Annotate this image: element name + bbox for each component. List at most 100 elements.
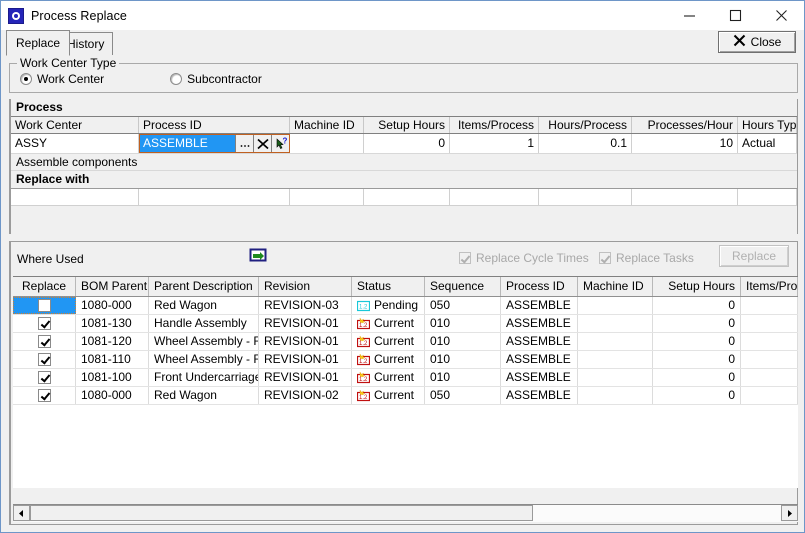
export-to-excel-icon[interactable] (248, 246, 270, 268)
rw-cell-process-id[interactable] (139, 189, 290, 205)
cell-process-id[interactable]: ASSEMBLE (501, 297, 578, 314)
wu-col-parent-description[interactable]: Parent Description (149, 277, 259, 296)
replace-with-row[interactable] (11, 188, 797, 206)
col-setup-hours[interactable]: Setup Hours (364, 117, 450, 133)
col-machine-id[interactable]: Machine ID (290, 117, 364, 133)
rw-cell-setup-hours[interactable] (364, 189, 450, 205)
col-hours-type[interactable]: Hours Type (738, 117, 797, 133)
cell-sequence[interactable]: 050 (425, 387, 501, 404)
cell-parent-description[interactable]: Wheel Assembly - Rear (149, 333, 259, 350)
wu-col-sequence[interactable]: Sequence (425, 277, 501, 296)
cell-machine-id[interactable] (578, 387, 653, 404)
cell-replace[interactable] (13, 387, 76, 404)
replace-checkbox[interactable] (37, 389, 51, 402)
cell-processes-hour[interactable]: 10 (632, 134, 738, 153)
col-processes-hour[interactable]: Processes/Hour (632, 117, 738, 133)
cell-setup-hours[interactable]: 0 (653, 387, 741, 404)
rw-cell-processes-hour[interactable] (632, 189, 738, 205)
radio-work-center[interactable]: Work Center (20, 72, 104, 86)
replace-button[interactable]: Replace (719, 245, 789, 267)
replace-checkbox[interactable] (37, 317, 51, 330)
process-id-editor[interactable]: ASSEMBLE ? (139, 134, 290, 153)
cell-parent-description[interactable]: Handle Assembly (149, 315, 259, 332)
cell-parent-description[interactable]: Front Undercarriage Assembly (149, 369, 259, 386)
cell-parent-description[interactable]: Red Wagon (149, 387, 259, 404)
wu-col-replace[interactable]: Replace (13, 277, 76, 296)
cell-sequence[interactable]: 010 (425, 351, 501, 368)
col-process-id[interactable]: Process ID (139, 117, 290, 133)
cell-revision[interactable]: REVISION-01 (259, 369, 352, 386)
horizontal-scrollbar[interactable] (13, 504, 798, 522)
replace-checkbox[interactable] (37, 353, 51, 366)
cell-hours-process[interactable]: 0.1 (539, 134, 632, 153)
cell-items-process[interactable] (741, 351, 798, 368)
cell-machine-id[interactable] (578, 351, 653, 368)
wu-col-revision[interactable]: Revision (259, 277, 352, 296)
replace-tasks-checkbox[interactable]: Replace Tasks (599, 251, 694, 265)
rw-cell-work-center[interactable] (11, 189, 139, 205)
cell-bom-parent[interactable]: 1080-000 (76, 297, 149, 314)
cell-replace[interactable] (13, 297, 76, 314)
cell-items-process[interactable] (741, 387, 798, 404)
replace-checkbox[interactable] (38, 299, 51, 312)
cell-machine-id[interactable] (578, 297, 653, 314)
col-items-process[interactable]: Items/Process (450, 117, 539, 133)
cell-bom-parent[interactable]: 1080-000 (76, 387, 149, 404)
wu-col-status[interactable]: Status (352, 277, 425, 296)
cell-setup-hours[interactable]: 0 (653, 297, 741, 314)
cell-revision[interactable]: REVISION-03 (259, 297, 352, 314)
cell-setup-hours[interactable]: 0 (653, 369, 741, 386)
cell-revision[interactable]: REVISION-01 (259, 351, 352, 368)
cell-parent-description[interactable]: Wheel Assembly - Front (149, 351, 259, 368)
cell-items-process[interactable]: 1 (450, 134, 539, 153)
cell-items-process[interactable] (741, 297, 798, 314)
cell-bom-parent[interactable]: 1081-130 (76, 315, 149, 332)
cell-parent-description[interactable]: Red Wagon (149, 297, 259, 314)
cell-bom-parent[interactable]: 1081-120 (76, 333, 149, 350)
cell-status[interactable]: 1.2 Current (352, 387, 425, 404)
cell-status[interactable]: 1.2 Current (352, 351, 425, 368)
cell-bom-parent[interactable]: 1081-100 (76, 369, 149, 386)
table-row[interactable]: 1081-110Wheel Assembly - FrontREVISION-0… (13, 351, 798, 369)
close-window-button[interactable] (758, 1, 804, 30)
cell-status[interactable]: 1.2 Current (352, 333, 425, 350)
table-row[interactable]: 1081-100Front Undercarriage AssemblyREVI… (13, 369, 798, 387)
scroll-right-arrow-icon[interactable] (781, 505, 798, 521)
table-row[interactable]: 1080-000 Red Wagon REVISION-03 1.2 Pending 05… (13, 297, 798, 315)
minimize-button[interactable] (666, 1, 712, 30)
cell-process-id[interactable]: ASSEMBLE (501, 315, 578, 332)
ellipsis-button[interactable] (235, 135, 253, 152)
rw-cell-items-process[interactable] (450, 189, 539, 205)
cell-setup-hours[interactable]: 0 (653, 351, 741, 368)
cell-status[interactable]: 1.2 Current (352, 315, 425, 332)
cell-items-process[interactable] (741, 315, 798, 332)
cell-machine-id[interactable] (578, 369, 653, 386)
rw-cell-hours-process[interactable] (539, 189, 632, 205)
cell-items-process[interactable] (741, 333, 798, 350)
cell-setup-hours[interactable]: 0 (364, 134, 450, 153)
cell-sequence[interactable]: 050 (425, 297, 501, 314)
scrollbar-thumb[interactable] (30, 505, 534, 521)
cell-bom-parent[interactable]: 1081-110 (76, 351, 149, 368)
maximize-button[interactable] (712, 1, 758, 30)
table-row[interactable]: 1081-120Wheel Assembly - RearREVISION-01… (13, 333, 798, 351)
cell-sequence[interactable]: 010 (425, 333, 501, 350)
cell-setup-hours[interactable]: 0 (653, 315, 741, 332)
cell-process-id[interactable]: ASSEMBLE (501, 351, 578, 368)
table-row[interactable]: 1081-130 Handle Assembly REVISION-01 1.2 Cur… (13, 315, 798, 333)
cell-machine-id[interactable] (578, 315, 653, 332)
cell-replace[interactable] (13, 351, 76, 368)
wu-col-items-process[interactable]: Items/Proce (741, 277, 798, 296)
cell-work-center[interactable]: ASSY (11, 134, 139, 153)
cell-setup-hours[interactable]: 0 (653, 333, 741, 350)
cell-hours-type[interactable]: Actual (738, 134, 797, 153)
radio-subcontractor[interactable]: Subcontractor (170, 72, 262, 86)
cell-status[interactable]: 1.2 Current (352, 369, 425, 386)
cell-replace[interactable] (13, 333, 76, 350)
wu-col-setup-hours[interactable]: Setup Hours (653, 277, 741, 296)
process-id-input[interactable]: ASSEMBLE (140, 135, 235, 152)
rw-cell-machine-id[interactable] (290, 189, 364, 205)
cell-replace[interactable] (13, 315, 76, 332)
cell-machine-id[interactable] (290, 134, 364, 153)
col-work-center[interactable]: Work Center (11, 117, 139, 133)
